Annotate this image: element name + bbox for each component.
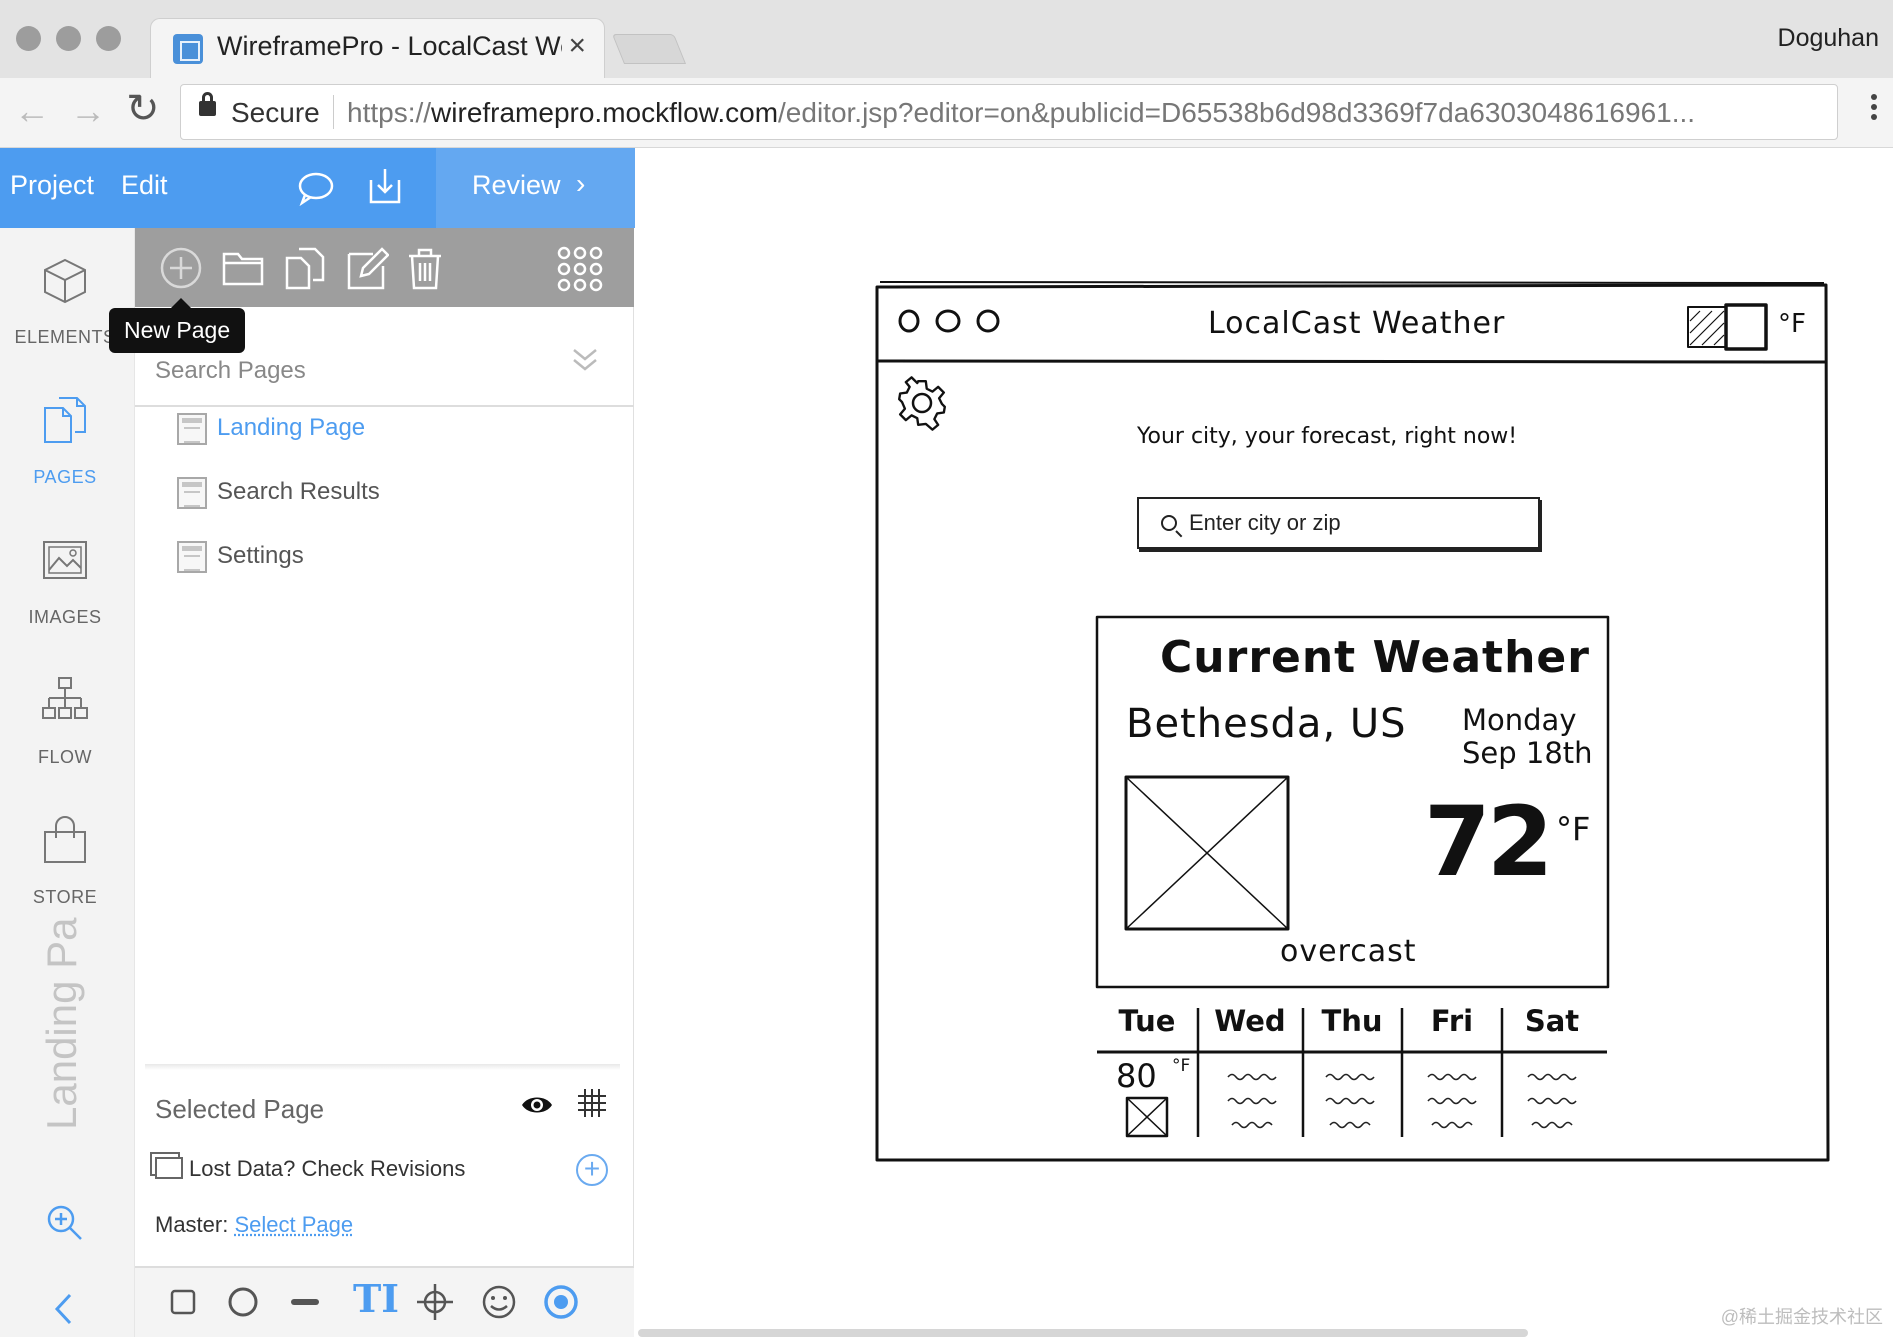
watermark: @稀土掘金技术社区 xyxy=(1720,1307,1883,1327)
wireframe-sketch[interactable] xyxy=(0,0,1893,1337)
mock-window-dot xyxy=(935,309,961,333)
canvas-horizontal-scrollbar[interactable] xyxy=(638,1329,1528,1337)
mock-tagline: Your city, your forecast, right now! xyxy=(1137,424,1518,449)
mock-window-dot xyxy=(898,309,920,333)
mock-forecast-day: Tue xyxy=(1118,1004,1176,1038)
mock-temp-unit: °F xyxy=(1556,810,1591,848)
mock-forecast-day: Thu xyxy=(1321,1004,1383,1038)
mock-forecast-temp: 80 xyxy=(1116,1057,1157,1095)
mock-toggle-on xyxy=(1724,303,1768,351)
mock-app-title: LocalCast Weather xyxy=(1208,306,1506,341)
mock-search-field: Enter city or zip xyxy=(1137,497,1540,549)
mock-search-icon xyxy=(1161,515,1177,531)
mock-settings-gear-icon xyxy=(898,376,946,431)
mock-search-placeholder: Enter city or zip xyxy=(1189,510,1341,535)
mock-forecast-day: Fri xyxy=(1430,1004,1474,1038)
mock-forecast-day: Sat xyxy=(1524,1004,1580,1038)
mock-unit-label: °F xyxy=(1778,309,1806,339)
mock-forecast-day: Wed xyxy=(1214,1004,1286,1038)
mock-window-dot xyxy=(976,309,1000,333)
mock-day: Monday xyxy=(1462,703,1577,737)
mock-date-block: Monday Sep 18th xyxy=(1462,704,1593,770)
mock-current-weather-title: Current Weather xyxy=(1160,632,1590,683)
mock-city: Bethesda, US xyxy=(1126,701,1407,747)
mock-date: Sep 18th xyxy=(1462,736,1593,770)
mock-forecast-unit: °F xyxy=(1172,1056,1191,1076)
mock-temperature: 72 xyxy=(1424,786,1554,898)
mock-condition: overcast xyxy=(1280,934,1417,969)
mock-titlebar-divider xyxy=(877,359,1827,364)
